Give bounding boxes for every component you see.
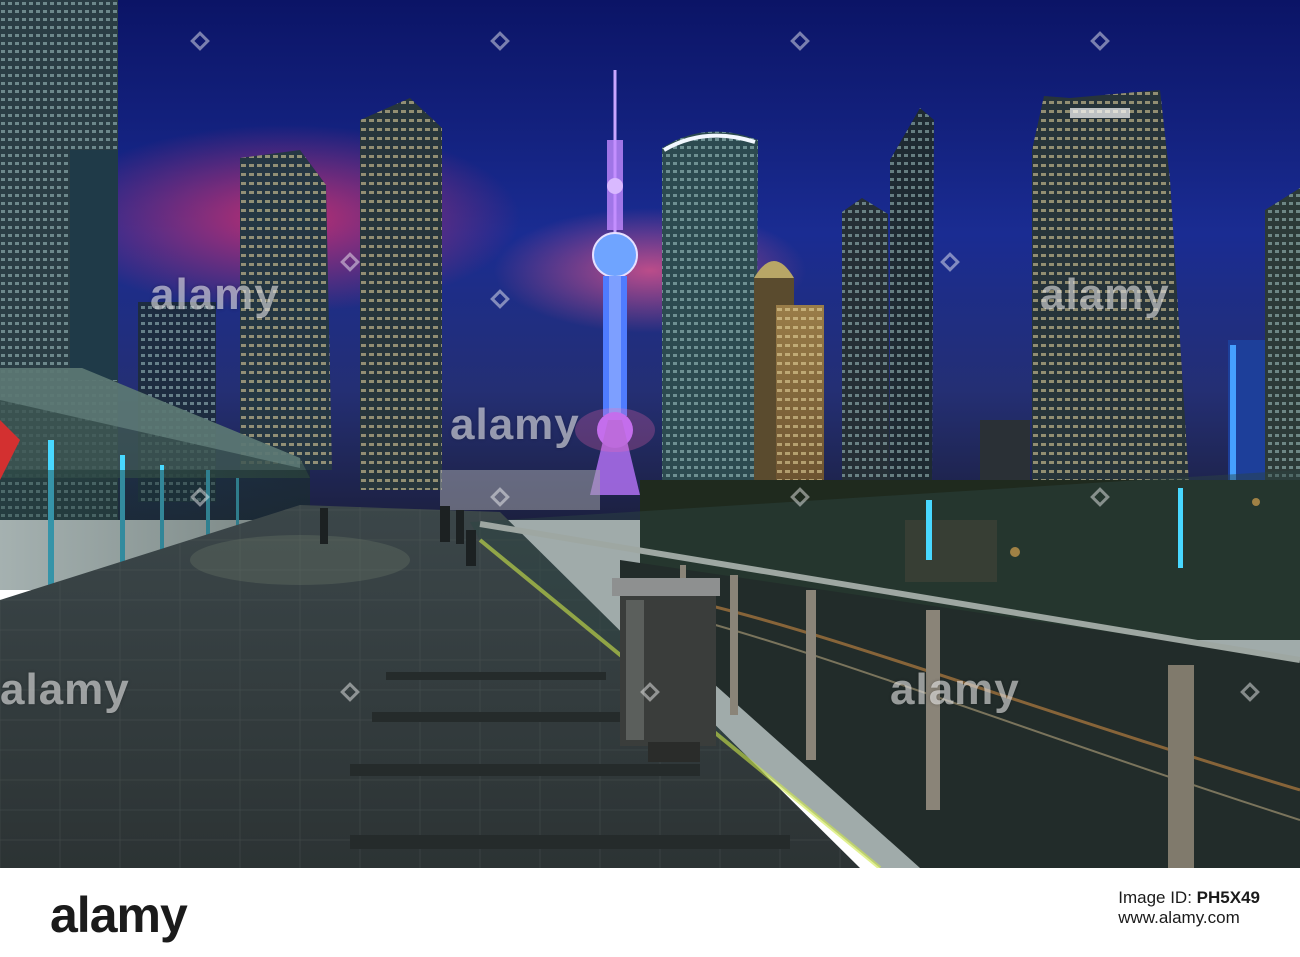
image-id: PH5X49 (1196, 888, 1260, 907)
image-id-label: Image ID: (1118, 888, 1192, 907)
photo-scene (0, 0, 1300, 868)
tower-central (360, 98, 442, 490)
site-url: www.alamy.com (1118, 908, 1240, 927)
watermark: alamy (1040, 270, 1170, 319)
image-meta: Image ID: PH5X49 www.alamy.com (1118, 888, 1260, 928)
watermark: alamy (0, 665, 130, 714)
tower-curved-glass (662, 131, 758, 495)
watermark: alamy (450, 400, 580, 449)
watermark: alamy (890, 665, 1020, 714)
trash-bin (612, 578, 720, 762)
alamy-logo: alamy (50, 887, 188, 943)
watermark: alamy (150, 270, 280, 319)
footer-bar: alamy Image ID: PH5X49 www.alamy.com (0, 868, 1300, 957)
image-id-line: Image ID: PH5X49 (1118, 888, 1260, 908)
shanghai-skyline-photo (0, 0, 1300, 868)
